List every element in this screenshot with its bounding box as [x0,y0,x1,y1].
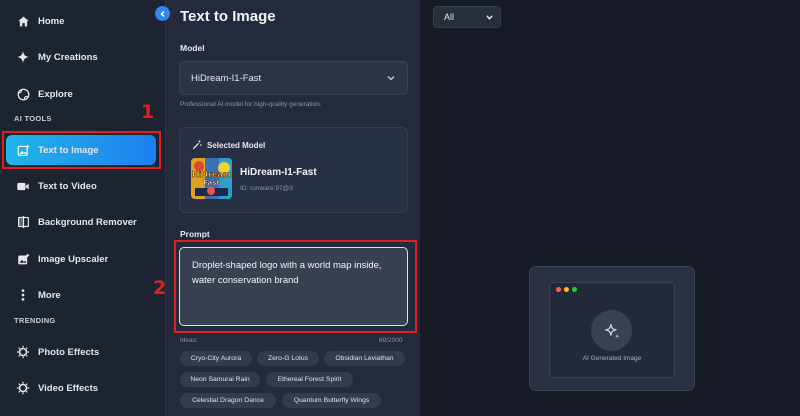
idea-chip[interactable]: Ethereal Forest Spirit [266,372,353,387]
window-dot-yellow [564,287,569,292]
video-effects-icon [15,380,31,396]
idea-chip[interactable]: Celestial Dragon Dance [180,393,276,408]
model-description: Professional AI model for high-quality g… [180,101,322,108]
annotation-number-1: 1 [141,101,155,123]
filter-select-value: All [444,12,455,22]
svg-text:HiDream: HiDream [192,170,231,179]
window-dot-red [556,287,561,292]
chevron-down-icon [486,15,493,20]
model-label: Model [180,43,205,53]
page-title: Text to Image [180,8,276,25]
video-icon [15,178,31,194]
sidebar-item-image-upscaler[interactable]: Image Upscaler [6,244,156,274]
split-frame-icon [15,214,31,230]
sparkle-icon [604,323,619,338]
section-label-trending: TRENDING [14,316,56,325]
selected-model-heading: Selected Model [192,140,265,150]
window-dot-green [572,287,577,292]
globe-icon [15,86,31,102]
sidebar-item-photo-effects[interactable]: Photo Effects [6,337,156,367]
magic-wand-icon [192,140,202,150]
sidebar-item-label: More [38,289,61,301]
sidebar: Home My Creations Explore AI TOOLS Text … [0,0,166,416]
sidebar-item-home[interactable]: Home [6,6,156,36]
chevron-down-icon [387,76,395,81]
sidebar-item-label: Video Effects [38,382,99,394]
ai-generated-image-label: AI Generated Image [582,355,642,362]
sidebar-item-explore[interactable]: Explore [6,79,156,109]
sidebar-item-label: Image Upscaler [38,253,109,265]
selected-model-heading-text: Selected Model [207,140,266,150]
prompt-label: Prompt [180,229,210,239]
idea-chip[interactable]: Zero-G Lotus [257,351,319,366]
upscale-image-icon [15,251,31,267]
photo-effects-icon [15,344,31,360]
sidebar-item-video-effects[interactable]: Video Effects [6,373,156,403]
idea-chip[interactable]: Quantum Butterfly Wings [282,393,381,408]
sidebar-item-text-to-video[interactable]: Text to Video [6,171,156,201]
sidebar-item-label: Text to Video [38,180,97,192]
selected-model-name: HiDream-I1-Fast [240,167,317,178]
ideas-label: Ideas: [180,337,198,344]
model-select-value: HiDream-I1-Fast [191,72,262,84]
home-icon [15,13,31,29]
sparkle-icon [15,49,31,65]
chevron-left-icon [159,10,165,17]
sidebar-item-background-remover[interactable]: Background Remover [6,207,156,237]
svg-text:Fast: Fast [203,179,220,187]
section-label-ai-tools: AI TOOLS [14,114,52,123]
sidebar-item-my-creations[interactable]: My Creations [6,42,156,72]
model-thumbnail-art: HiDream Fast [191,158,232,199]
sidebar-item-label: Photo Effects [38,346,100,358]
annotation-box-2 [174,240,417,333]
more-vertical-icon [15,287,31,303]
filter-select[interactable]: All [433,6,501,28]
annotation-number-2: 2 [153,277,167,299]
sidebar-item-label: Explore [38,88,73,100]
model-select[interactable]: HiDream-I1-Fast [179,61,408,95]
annotation-box-1 [2,131,161,169]
collapse-sidebar-button[interactable] [155,6,170,21]
ai-sparkle-badge [591,310,632,351]
sidebar-item-more[interactable]: More [6,280,156,310]
selected-model-id: ID: runware:97@3 [240,185,293,192]
character-counter: 69/2000 [379,337,403,344]
model-thumbnail: HiDream Fast [191,158,232,199]
idea-chip[interactable]: Neon Samurai Rain [180,372,260,387]
sidebar-item-label: Home [38,15,65,27]
idea-chip[interactable]: Cryo-City Aurora [180,351,252,366]
sidebar-item-label: My Creations [38,51,98,63]
sidebar-item-label: Background Remover [38,216,137,228]
idea-chip[interactable]: Obsidian Leviathan [324,351,405,366]
